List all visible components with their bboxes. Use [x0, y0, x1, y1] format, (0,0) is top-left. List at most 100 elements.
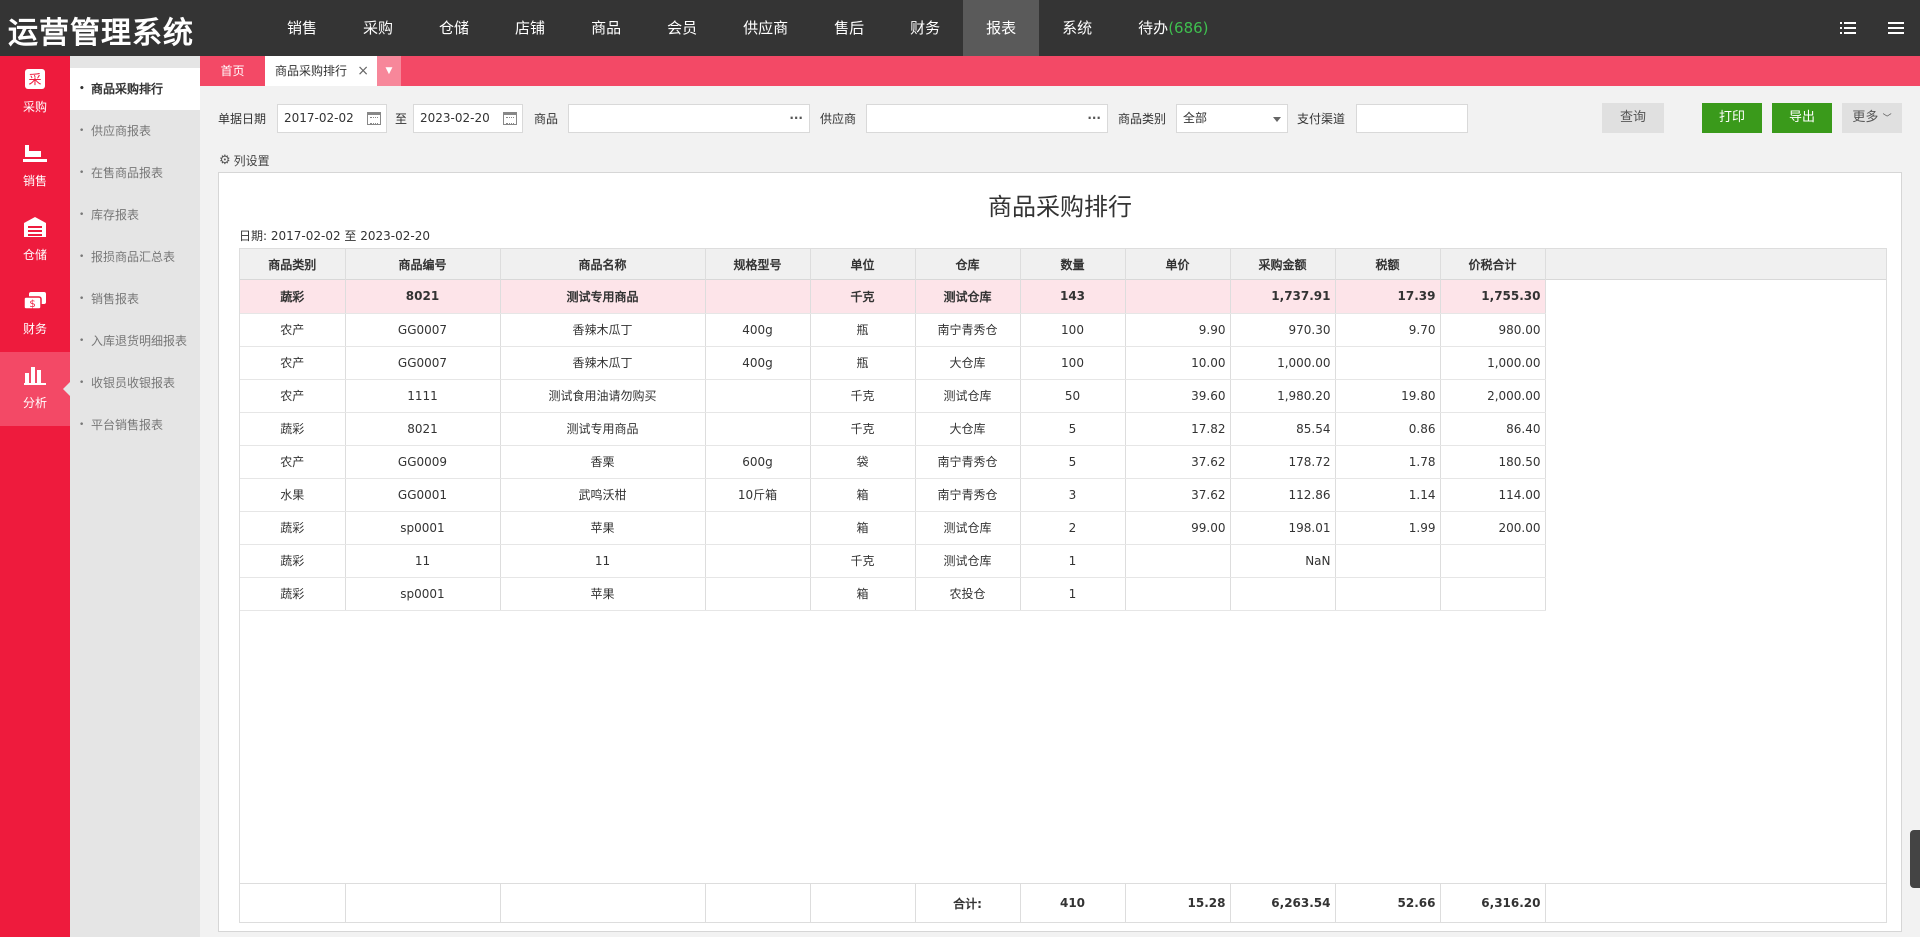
tab-dropdown-icon[interactable]: ▼	[377, 56, 401, 86]
supplier-label: 供应商	[820, 112, 857, 126]
column-header[interactable]: 税额	[1335, 249, 1441, 280]
product-input[interactable]: ···	[568, 104, 810, 133]
topnav-item-3[interactable]: 店铺	[492, 0, 568, 56]
table-row[interactable]: 蔬彩 sp0001 苹果 箱测试仓库 2 99.00 198.01 1.99 200.00	[240, 511, 1546, 545]
table-cell: 198.01	[1230, 511, 1336, 545]
topnav-item-10[interactable]: 系统	[1039, 0, 1115, 56]
table-cell: 86.40	[1440, 412, 1546, 446]
table-cell: 南宁青秀仓	[915, 478, 1021, 512]
table-row[interactable]: 农产 GG0007 香辣木瓜丁 400g 瓶大仓库 100 10.00 1,000.00 1,0…	[240, 346, 1546, 380]
leftnav-item-1[interactable]: 销售	[0, 130, 70, 204]
table-row[interactable]: 农产 GG0009 香栗 600g 袋南宁青秀仓 5 37.62 178.72 1.78 180.…	[240, 445, 1546, 479]
table-cell	[1335, 544, 1441, 578]
column-header[interactable]: 数量	[1020, 249, 1126, 280]
table-cell: 100	[1020, 313, 1126, 347]
query-button[interactable]: 查询	[1602, 103, 1664, 133]
leftnav-item-4[interactable]: 分析	[0, 352, 70, 426]
submenu-item-1[interactable]: 供应商报表	[70, 110, 200, 152]
date-to-separator: 至	[395, 112, 408, 126]
table-cell: 1,737.91	[1230, 280, 1336, 314]
column-header[interactable]: 单价	[1125, 249, 1231, 280]
submenu-item-8[interactable]: 平台销售报表	[70, 404, 200, 446]
hamburger-menu-icon[interactable]	[1872, 0, 1920, 56]
submenu-item-6[interactable]: 入库退货明细报表	[70, 320, 200, 362]
topnav-item-1[interactable]: 采购	[340, 0, 416, 56]
table-cell: 5	[1020, 445, 1126, 479]
calendar-icon[interactable]	[367, 112, 381, 125]
table-cell: 1.78	[1335, 445, 1441, 479]
topnav-item-5[interactable]: 会员	[644, 0, 720, 56]
submenu-item-7[interactable]: 收银员收银报表	[70, 362, 200, 404]
topnav-item-2[interactable]: 仓储	[416, 0, 492, 56]
tab-bar: 首页 商品采购排行 × ▼	[200, 56, 1920, 86]
table-cell	[1440, 544, 1546, 578]
table-row[interactable]: 农产 1111 测试食用油请勿购买 千克 测试仓库 50 39.60 1,980.20 19.8…	[240, 379, 1546, 413]
column-header[interactable]: 价税合计	[1440, 249, 1546, 280]
column-header[interactable]: 商品名称	[500, 249, 706, 280]
table-cell: 农产	[240, 445, 346, 479]
topnav-todo[interactable]: 待办(686)	[1115, 0, 1231, 56]
table-cell: 11	[345, 544, 501, 578]
table-row[interactable]: 农产 GG0007 香辣木瓜丁 400g 瓶南宁青秀仓 100 9.90 970.30 9.70…	[240, 313, 1546, 347]
table-row[interactable]: 蔬彩 8021 测试专用商品 千克 测试仓库 143 1,737.91 17.39 1,755.…	[240, 280, 1546, 314]
total-amount: 6,263.54	[1230, 884, 1336, 922]
column-header[interactable]: 规格型号	[705, 249, 811, 280]
submenu-item-2[interactable]: 在售商品报表	[70, 152, 200, 194]
date-to-input[interactable]: 2023-02-20	[413, 104, 523, 133]
list-menu-icon[interactable]	[1824, 0, 1872, 56]
table-cell: 千克	[810, 412, 916, 446]
finance-icon: $	[22, 288, 48, 314]
table-cell: 970.30	[1230, 313, 1336, 347]
table-cell: 蔬彩	[240, 280, 346, 314]
table-cell: 9.90	[1125, 313, 1231, 347]
column-header[interactable]: 仓库	[915, 249, 1021, 280]
table-row[interactable]: 蔬彩 8021 测试专用商品 千克 大仓库 5 17.82 85.54 0.86 86.40	[240, 412, 1546, 446]
tab-home[interactable]: 首页	[200, 56, 265, 86]
topnav-item-6[interactable]: 供应商	[720, 0, 811, 56]
submenu-item-4[interactable]: 报损商品汇总表	[70, 236, 200, 278]
table-cell: 测试仓库	[915, 544, 1021, 578]
leftnav-item-3[interactable]: $ 财务	[0, 278, 70, 352]
column-header[interactable]: 商品编号	[345, 249, 501, 280]
table-cell: 178.72	[1230, 445, 1336, 479]
topnav-item-8[interactable]: 财务	[887, 0, 963, 56]
topnav-item-4[interactable]: 商品	[568, 0, 644, 56]
table-cell: 11	[500, 544, 706, 578]
topnav-item-7[interactable]: 售后	[811, 0, 887, 56]
close-icon[interactable]: ×	[357, 56, 369, 86]
export-button[interactable]: 导出	[1772, 103, 1832, 133]
table-cell: 苹果	[500, 577, 706, 611]
date-from-input[interactable]: 2017-02-02	[277, 104, 387, 133]
product-picker-icon[interactable]: ···	[789, 105, 803, 132]
total-price: 15.28	[1125, 884, 1231, 922]
table-row[interactable]: 蔬彩 sp0001 苹果 箱农投仓 1	[240, 577, 1546, 611]
column-header[interactable]: 商品类别	[240, 249, 346, 280]
submenu-item-3[interactable]: 库存报表	[70, 194, 200, 236]
channel-input[interactable]	[1356, 104, 1468, 133]
calendar-icon[interactable]	[503, 112, 517, 125]
table-row[interactable]: 水果 GG0001 武鸣沃柑 10斤箱箱南宁青秀仓 3 37.62 112.86 1.14 11…	[240, 478, 1546, 512]
column-header[interactable]: 单位	[810, 249, 916, 280]
table-cell: 100	[1020, 346, 1126, 380]
column-settings[interactable]: ⚙ 列设置	[219, 152, 270, 169]
supplier-picker-icon[interactable]: ···	[1087, 105, 1101, 132]
more-button[interactable]: 更多 ﹀	[1842, 103, 1902, 133]
table-cell	[705, 577, 811, 611]
table-cell: 19.80	[1335, 379, 1441, 413]
table-row[interactable]: 蔬彩 11 11 千克 测试仓库 1 NaN	[240, 544, 1546, 578]
table-cell: 1,755.30	[1440, 280, 1546, 314]
category-select[interactable]: 全部	[1176, 104, 1288, 133]
side-drawer-handle[interactable]	[1910, 830, 1920, 888]
topnav-item-9[interactable]: 报表	[963, 0, 1040, 56]
topnav-item-0[interactable]: 销售	[264, 0, 340, 56]
submenu-item-0[interactable]: 商品采购排行	[70, 68, 200, 110]
leftnav-item-2[interactable]: 仓储	[0, 204, 70, 278]
column-header[interactable]: 采购金额	[1230, 249, 1336, 280]
table-cell: 测试食用油请勿购买	[500, 379, 706, 413]
tab-label: 商品采购排行	[275, 64, 348, 78]
supplier-input[interactable]: ···	[866, 104, 1108, 133]
print-button[interactable]: 打印	[1702, 103, 1762, 133]
tab-product-purchase-ranking[interactable]: 商品采购排行 ×	[265, 56, 377, 86]
submenu-item-5[interactable]: 销售报表	[70, 278, 200, 320]
leftnav-item-0[interactable]: 采采购	[0, 56, 70, 130]
